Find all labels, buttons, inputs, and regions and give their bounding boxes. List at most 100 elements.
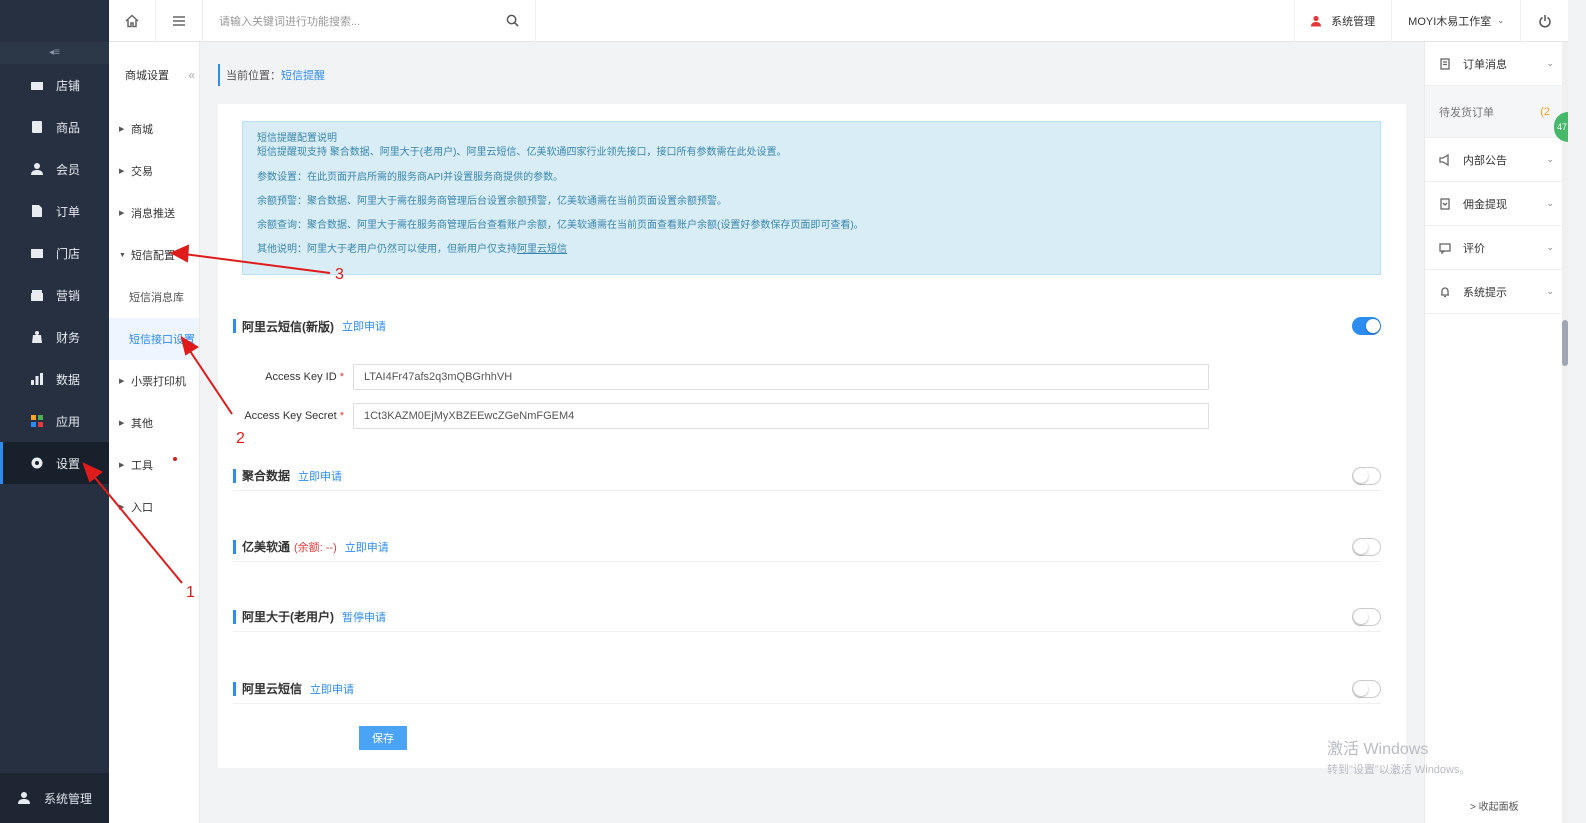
info-line: 短信提醒现支持 聚合数据、阿里大于(老用户)、阿里云短信、亿美软通四家行业领先接… bbox=[257, 147, 787, 158]
collapse-panel-link[interactable]: > 收起面板 bbox=[1470, 798, 1519, 813]
sidebar-item-label: 会员 bbox=[56, 162, 81, 177]
submenu-item-printer[interactable]: ▶ 小票打印机 bbox=[109, 360, 199, 402]
submenu-item-tools[interactable]: ▶ 工具 bbox=[109, 444, 199, 486]
apply-link[interactable]: 立即申请 bbox=[345, 539, 389, 555]
sidebar-collapse-icon[interactable]: ◂≡ bbox=[0, 42, 109, 64]
yimei-toggle[interactable] bbox=[1352, 538, 1381, 556]
sidebar-item-order[interactable]: 订单 bbox=[0, 190, 109, 232]
logout-button[interactable] bbox=[1520, 0, 1568, 42]
sidebar-item-data[interactable]: 数据 bbox=[0, 358, 109, 400]
breadcrumb-current[interactable]: 短信提醒 bbox=[281, 67, 325, 83]
submenu-item-mall[interactable]: ▶ 商城 bbox=[109, 108, 199, 150]
apply-link[interactable]: 立即申请 bbox=[298, 468, 342, 484]
system-manage-link[interactable]: 系统管理 bbox=[1294, 0, 1391, 42]
fields-container: Access Key ID * LTAI4Fr47afs2q3mQBGrhhVH… bbox=[218, 344, 1406, 430]
aliyun-toggle[interactable] bbox=[1352, 680, 1381, 698]
section-title: 阿里云短信 bbox=[242, 682, 303, 696]
sidebar-item-apps[interactable]: 应用 bbox=[0, 400, 109, 442]
chevron-down-icon: ⌄ bbox=[1546, 154, 1554, 164]
search-icon[interactable] bbox=[506, 14, 519, 27]
studio-dropdown[interactable]: MOYI木易工作室 ⌄ bbox=[1391, 0, 1520, 42]
sidebar-item-label: 设置 bbox=[56, 456, 81, 471]
system-manage-button[interactable]: 系统管理 bbox=[0, 773, 109, 823]
submenu-item-sms-interface[interactable]: 短信接口设置 bbox=[109, 318, 199, 360]
submenu-item-sms-config[interactable]: ▼ 短信配置 bbox=[109, 234, 199, 276]
submenu-label: 商城 bbox=[131, 124, 153, 136]
caret-right-icon: ▶ bbox=[119, 168, 125, 175]
sidebar-item-product[interactable]: 商品 bbox=[0, 106, 109, 148]
menu-toggle-button[interactable] bbox=[156, 0, 203, 42]
alidayu-toggle[interactable] bbox=[1352, 608, 1381, 626]
rp-label: 评价 bbox=[1463, 242, 1485, 255]
juhe-toggle[interactable] bbox=[1352, 467, 1381, 485]
save-button[interactable]: 保存 bbox=[359, 726, 407, 750]
balance-text: (余额: --) bbox=[294, 541, 337, 554]
apply-link[interactable]: 暂停申请 bbox=[342, 609, 386, 625]
toggle-knob bbox=[1366, 319, 1380, 333]
apply-link[interactable]: 立即申请 bbox=[310, 681, 354, 697]
section-aliyun-new: 阿里云短信(新版) 立即申请 bbox=[233, 311, 1381, 341]
search-placeholder: 请输入关键词进行功能搜索... bbox=[219, 15, 361, 28]
sidebar-item-shop[interactable]: 门店 bbox=[0, 232, 109, 274]
section-marker bbox=[233, 468, 236, 483]
submenu-item-entry[interactable]: ▶ 入口 bbox=[109, 486, 199, 528]
submenu-item-trade[interactable]: ▶ 交易 bbox=[109, 150, 199, 192]
access-key-id-row: Access Key ID * LTAI4Fr47afs2q3mQBGrhhVH bbox=[243, 364, 1211, 390]
sidebar-item-member[interactable]: 会员 bbox=[0, 148, 109, 190]
sidebar-logo-area bbox=[0, 0, 109, 42]
field-label-text: Access Key Secret bbox=[244, 410, 337, 422]
access-key-secret-label: Access Key Secret * bbox=[243, 410, 353, 422]
apply-link[interactable]: 立即申请 bbox=[342, 318, 386, 334]
sidebar-item-marketing[interactable]: 营销 bbox=[0, 274, 109, 316]
caret-right-icon: ▶ bbox=[119, 420, 125, 427]
sidebar-item-label: 门店 bbox=[56, 246, 81, 261]
home-button[interactable] bbox=[109, 0, 156, 42]
rp-label: 佣金提现 bbox=[1463, 198, 1507, 211]
notice-item[interactable]: 内部公告 ⌄ bbox=[1425, 138, 1562, 182]
sidebar-item-store[interactable]: 店铺 bbox=[0, 64, 109, 106]
submenu-item-sms-lib[interactable]: 短信消息库 bbox=[109, 276, 199, 318]
section-title: 聚合数据 bbox=[242, 469, 291, 483]
commission-item[interactable]: 佣金提现 ⌄ bbox=[1425, 182, 1562, 226]
scroll-thumb[interactable] bbox=[1562, 320, 1568, 366]
system-manage-text: 系统管理 bbox=[1331, 15, 1376, 28]
info-title: 短信提醒配置说明 bbox=[257, 133, 337, 144]
sidebar-item-gear[interactable]: 设置 bbox=[0, 442, 109, 484]
submenu-item-other[interactable]: ▶ 其他 bbox=[109, 402, 199, 444]
submenu-label: 消息推送 bbox=[131, 208, 175, 220]
user-admin-icon bbox=[18, 792, 30, 804]
annotation-number-3: 3 bbox=[335, 266, 344, 283]
review-item[interactable]: 评价 ⌄ bbox=[1425, 226, 1562, 270]
access-key-secret-input[interactable]: 1Ct3KAZM0EjMyXBZEEwcZGeNmFGEM4 bbox=[353, 403, 1209, 429]
section-marker bbox=[233, 539, 236, 554]
section-marker bbox=[233, 609, 236, 624]
aliyun-new-toggle[interactable] bbox=[1352, 317, 1381, 335]
power-icon bbox=[1538, 14, 1551, 28]
section-marker bbox=[233, 319, 236, 333]
submenu-title-text: 商城设置 bbox=[125, 70, 169, 82]
toggle-knob bbox=[1354, 540, 1368, 554]
submenu-label: 短信消息库 bbox=[129, 292, 184, 304]
section-yimei: 亿美软通 (余额: --) 立即申请 bbox=[233, 532, 1381, 562]
right-scrollbar[interactable] bbox=[1562, 42, 1568, 823]
access-key-id-label: Access Key ID * bbox=[243, 371, 353, 383]
main-panel: 短信提醒配置说明 短信提醒现支持 聚合数据、阿里大于(老用户)、阿里云短信、亿美… bbox=[218, 104, 1406, 768]
gear-icon bbox=[30, 456, 44, 470]
store-icon bbox=[30, 78, 44, 92]
sidebar-item-label: 店铺 bbox=[56, 78, 81, 93]
section-alidayu: 阿里大于(老用户) 暂停申请 bbox=[233, 602, 1381, 632]
access-key-id-input[interactable]: LTAI4Fr47afs2q3mQBGrhhVH bbox=[353, 364, 1209, 390]
order-message-item[interactable]: 订单消息 ⌄ bbox=[1425, 42, 1562, 86]
submenu-label: 短信接口设置 bbox=[129, 334, 195, 346]
fold-icon[interactable]: « bbox=[188, 68, 195, 82]
aliyun-sms-link[interactable]: 阿里云短信 bbox=[517, 244, 567, 255]
system-tips-item[interactable]: 系统提示 ⌄ bbox=[1425, 270, 1562, 314]
search-input[interactable]: 请输入关键词进行功能搜索... bbox=[203, 0, 536, 42]
sidebar-item-finance[interactable]: 财务 bbox=[0, 316, 109, 358]
info-line: 其他说明：阿里大于老用户仍然可以使用，但新用户仅支持阿里云短信 bbox=[257, 238, 1366, 262]
toggle-knob bbox=[1354, 610, 1368, 624]
pending-ship-item[interactable]: 待发货订单 (2 bbox=[1425, 86, 1562, 138]
submenu-item-push[interactable]: ▶ 消息推送 bbox=[109, 192, 199, 234]
submenu-label: 其他 bbox=[131, 418, 153, 430]
user-red-icon bbox=[1311, 15, 1322, 26]
